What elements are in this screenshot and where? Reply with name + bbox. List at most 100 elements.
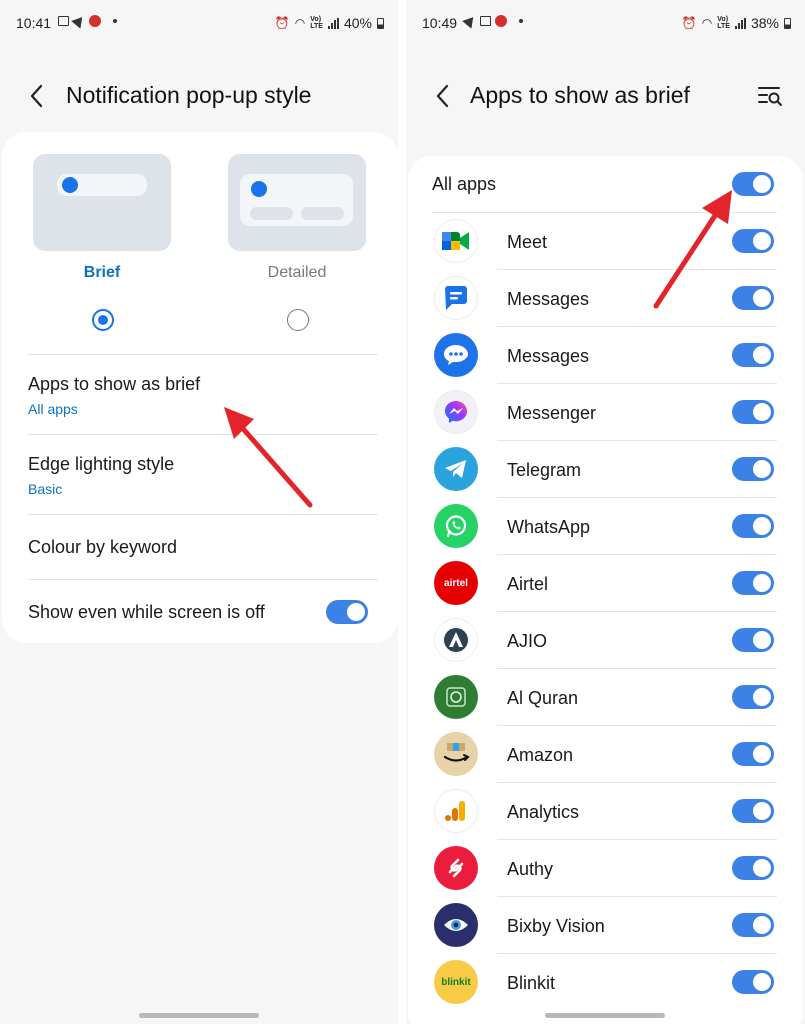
brief-radio[interactable] [92, 309, 114, 331]
all-apps-label: All apps [432, 174, 497, 194]
app-row[interactable]: Al Quran [408, 669, 803, 726]
brief-label: Brief [83, 264, 121, 281]
app-row[interactable]: AJIO [408, 612, 803, 669]
app-row[interactable]: airtel Airtel [408, 555, 803, 612]
app-name: Al Quran [507, 688, 579, 708]
app-row[interactable]: Telegram [408, 441, 803, 498]
app-icon-wordmark: airtel [444, 577, 468, 589]
all-apps-toggle[interactable] [732, 172, 774, 196]
settings-card: Brief Detailed Apps to show as brief All… [2, 132, 398, 643]
app-toggle[interactable] [732, 799, 774, 823]
home-indicator[interactable] [139, 1013, 259, 1018]
app-toggle[interactable] [732, 970, 774, 994]
app-name: Blinkit [507, 973, 556, 993]
battery-icon [784, 17, 791, 29]
left-screen: 10:41 ⏰ ◠ Vo) LTE 40% Notification pop-up… [0, 0, 398, 1024]
all-apps-row[interactable]: All apps [408, 156, 803, 212]
back-button[interactable] [26, 82, 50, 110]
app-name: Authy [507, 859, 554, 879]
back-button[interactable] [432, 82, 456, 110]
search-list-button[interactable] [757, 84, 783, 108]
app-toggle[interactable] [732, 742, 774, 766]
app-toggle[interactable] [732, 400, 774, 424]
app-row[interactable]: Bixby Vision [408, 897, 803, 954]
apps-to-show-as-brief-row[interactable]: Apps to show as brief All apps [28, 374, 378, 417]
edge-lighting-style-row[interactable]: Edge lighting style Basic [28, 454, 378, 497]
brief-preview-dot [62, 177, 78, 193]
app-name: Amazon [507, 745, 574, 765]
app-row[interactable]: WhatsApp [408, 498, 803, 555]
app-name: Analytics [507, 802, 580, 822]
samsung-messages-icon [434, 333, 478, 377]
divider [28, 354, 378, 355]
al-quran-icon [434, 675, 478, 719]
home-indicator[interactable] [545, 1013, 665, 1018]
app-row[interactable]: Messenger [408, 384, 803, 441]
status-notification-icons [462, 13, 523, 29]
app-toggle[interactable] [732, 514, 774, 538]
app-name: Airtel [507, 574, 549, 594]
app-name: Bixby Vision [507, 916, 605, 936]
app-name: Meet [507, 232, 548, 252]
app-name: WhatsApp [507, 517, 591, 537]
app-name: Messenger [507, 403, 597, 423]
app-row[interactable]: Analytics [408, 783, 803, 840]
status-time: 10:41 [16, 15, 52, 31]
search-list-icon [758, 87, 782, 106]
signal-icon [734, 17, 746, 29]
status-system-icons: ⏰ ◠ Vo) LTE 40% [275, 15, 384, 31]
status-bar: 10:41 ⏰ ◠ Vo) LTE 40% [0, 0, 398, 46]
header: Notification pop-up style [0, 72, 398, 122]
detailed-radio[interactable] [287, 309, 309, 331]
app-toggle[interactable] [732, 343, 774, 367]
telegram-icon [434, 447, 478, 491]
divider [28, 514, 378, 515]
blinkit-icon: blinkit [434, 960, 478, 1004]
amazon-icon [434, 732, 478, 776]
app-toggle[interactable] [732, 229, 774, 253]
status-system-icons: ⏰ ◠ Vo) LTE 38% [682, 15, 791, 31]
detailed-label: Detailed [267, 264, 327, 281]
row-title: Apps to show as brief [28, 374, 201, 394]
analytics-icon [434, 789, 478, 833]
header: Apps to show as brief [406, 72, 805, 122]
battery-percent: 40% [343, 15, 372, 31]
app-row[interactable]: blinkit Blinkit [408, 954, 803, 1011]
app-notification-icon [495, 15, 507, 27]
app-row[interactable]: Messages [408, 327, 803, 384]
screen-off-toggle[interactable] [326, 600, 368, 624]
colour-by-keyword-row[interactable]: Colour by keyword [28, 537, 378, 558]
app-toggle[interactable] [732, 913, 774, 937]
app-toggle[interactable] [732, 286, 774, 310]
battery-icon [377, 17, 384, 29]
app-name: Telegram [507, 460, 582, 480]
row-value: Basic [28, 481, 63, 497]
app-row[interactable]: Meet [408, 213, 803, 270]
app-toggle[interactable] [732, 856, 774, 880]
whatsapp-icon [434, 504, 478, 548]
app-toggle[interactable] [732, 571, 774, 595]
wifi-icon: ◠ [294, 16, 306, 30]
detailed-preview[interactable] [228, 154, 366, 251]
gallery-notification-icon [58, 16, 69, 26]
detailed-preview-dot [251, 181, 267, 197]
row-title: Colour by keyword [28, 537, 178, 557]
app-toggle[interactable] [732, 628, 774, 652]
more-notifications-dot-icon [519, 19, 523, 23]
back-arrow-icon [30, 84, 43, 108]
app-toggle[interactable] [732, 685, 774, 709]
airtel-icon: airtel [434, 561, 478, 605]
status-bar: 10:49 ⏰ ◠ Vo) LTE 38% [406, 0, 805, 46]
bixby-vision-icon [434, 903, 478, 947]
app-row[interactable]: Messages [408, 270, 803, 327]
volte-icon: Vo) LTE [310, 16, 323, 30]
app-icon-wordmark: blinkit [441, 976, 471, 988]
app-row[interactable]: Authy [408, 840, 803, 897]
divider [28, 579, 378, 580]
show-while-screen-off-row[interactable]: Show even while screen is off [28, 602, 378, 632]
brief-preview[interactable] [33, 154, 171, 251]
row-value: All apps [28, 401, 78, 417]
app-row[interactable]: Amazon [408, 726, 803, 783]
app-notification-icon [89, 15, 101, 27]
app-toggle[interactable] [732, 457, 774, 481]
